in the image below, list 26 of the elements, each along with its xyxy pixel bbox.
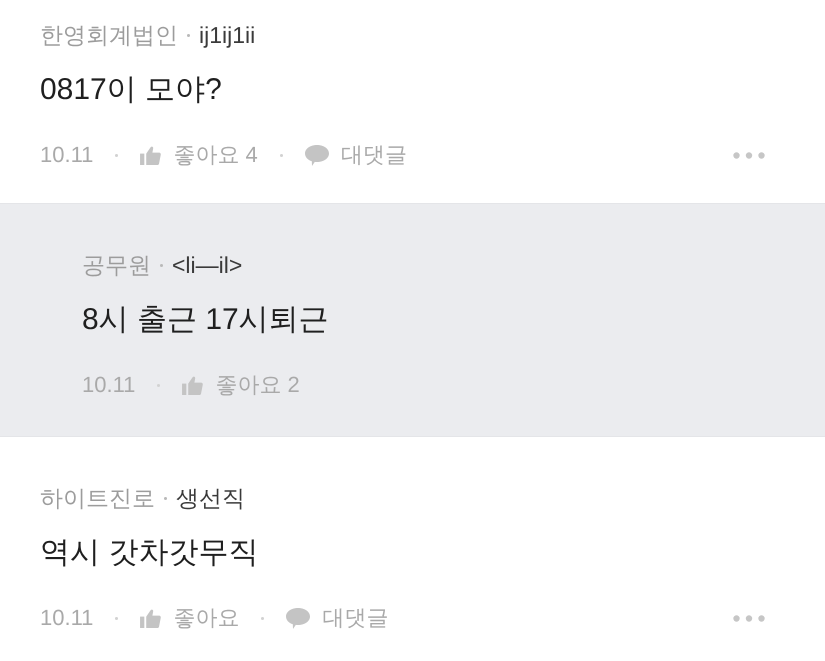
- company-name: 한영회계법인: [40, 21, 178, 50]
- more-button[interactable]: [733, 614, 765, 622]
- nickname: <li—il>: [172, 251, 242, 280]
- speech-bubble-icon: [304, 144, 329, 166]
- comment-text: 0817이 모야?: [40, 72, 222, 108]
- like-button[interactable]: 좋아요 4: [140, 140, 258, 170]
- more-icon: [733, 152, 765, 158]
- comment-text: 역시 갓차갓무직: [40, 535, 258, 571]
- comment-date: 10.11: [82, 371, 136, 399]
- like-button[interactable]: 좋아요 2: [182, 370, 300, 400]
- nickname: ij1ij1ii: [199, 21, 256, 50]
- reply-text: 8시 출근 17시퇴근: [82, 302, 329, 338]
- reply-button[interactable]: 대댓글: [286, 603, 388, 633]
- speech-bubble-icon: [286, 608, 310, 628]
- more-button[interactable]: [733, 152, 765, 158]
- nickname: 생선직: [176, 484, 245, 513]
- company-name: 하이트진로: [40, 484, 155, 513]
- thumbs-up-icon: [140, 608, 162, 628]
- like-button[interactable]: 좋아요: [140, 603, 240, 633]
- thumbs-up-icon: [182, 376, 204, 394]
- comment-date: 10.11: [40, 604, 94, 632]
- more-icon: [733, 614, 765, 622]
- reply-button[interactable]: 대댓글: [304, 140, 407, 170]
- comment-date: 10.11: [40, 141, 94, 169]
- company-name: 공무원: [82, 251, 151, 280]
- thumbs-up-icon: [140, 146, 162, 164]
